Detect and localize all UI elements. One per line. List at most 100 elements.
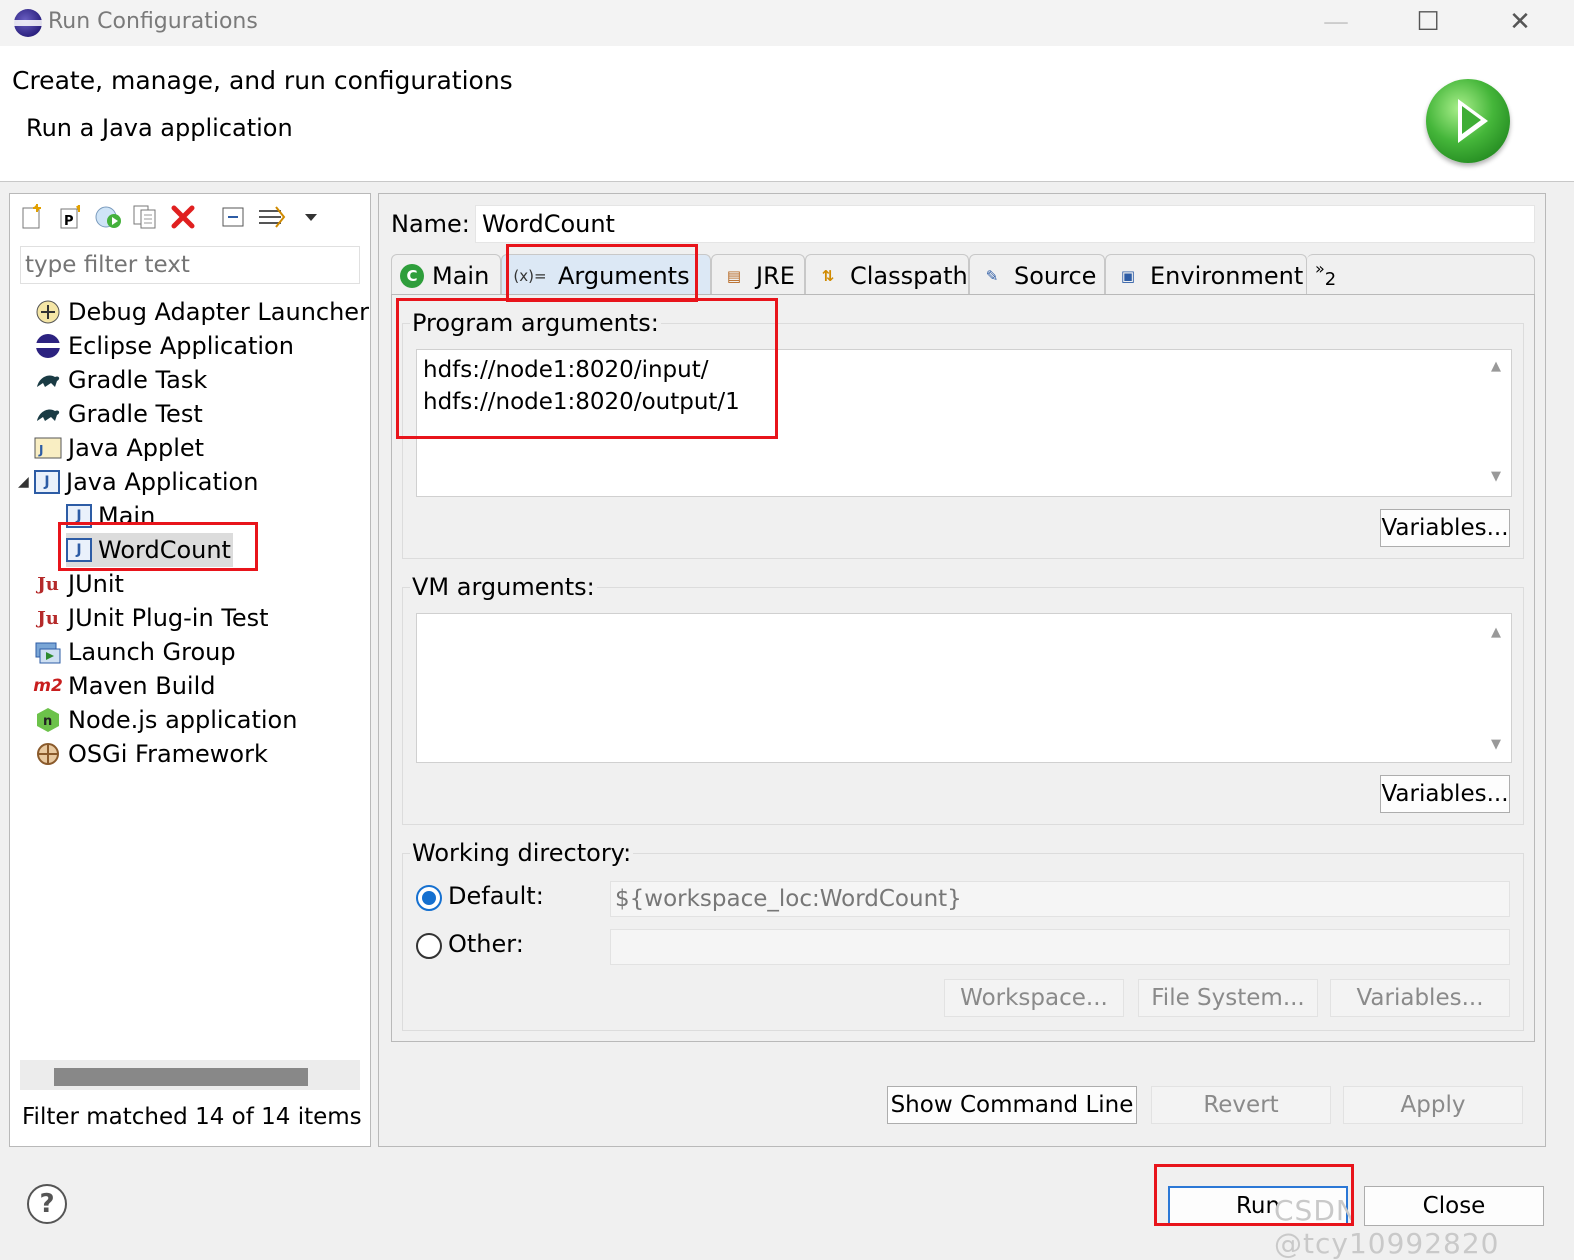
- tab-environment[interactable]: ▣ Environment: [1105, 254, 1307, 296]
- tree-item-label: Maven Build: [68, 672, 216, 700]
- other-radio-label: Other:: [448, 930, 524, 958]
- tab-label: JRE: [756, 261, 795, 290]
- java-applet-icon: J: [34, 434, 62, 462]
- watermark: CSDN @tcy10992820: [1274, 1194, 1500, 1260]
- program-arguments-label: Program arguments:: [410, 309, 661, 337]
- window-title: Run Configurations: [48, 9, 258, 34]
- source-tab-icon: ✎: [985, 266, 999, 285]
- default-radio[interactable]: [416, 885, 442, 911]
- name-label: Name:: [391, 210, 470, 238]
- tab-source[interactable]: ✎ Source: [969, 254, 1105, 296]
- tab-bar: C Main (x)= Arguments ▤ JRE ⇅ Classpath …: [391, 254, 1535, 296]
- tab-main[interactable]: C Main: [391, 254, 501, 296]
- other-radio[interactable]: [416, 933, 442, 959]
- working-directory-variables-button[interactable]: Variables...: [1330, 979, 1510, 1017]
- tree-item-debug-adapter-launcher[interactable]: Debug Adapter Launcher: [34, 295, 369, 329]
- working-directory-label: Working directory:: [410, 839, 634, 867]
- tree-item-label: Launch Group: [68, 638, 236, 666]
- filter-status: Filter matched 14 of 14 items: [22, 1104, 362, 1130]
- tree-item-label: WordCount: [98, 536, 231, 564]
- tree-item-eclipse-application[interactable]: Eclipse Application: [34, 329, 294, 363]
- tab-label: Arguments: [558, 261, 690, 290]
- nodejs-icon: n: [34, 706, 62, 734]
- scroll-down-arrow-icon[interactable]: ▼: [1486, 469, 1506, 489]
- tab-overflow[interactable]: » 2: [1307, 254, 1535, 296]
- tree-item-label: Node.js application: [68, 706, 298, 734]
- workspace-button[interactable]: Workspace...: [944, 979, 1124, 1017]
- tree-item-junit-plugin-test[interactable]: Ju JUnit Plug-in Test: [34, 601, 268, 635]
- name-input[interactable]: WordCount: [475, 205, 1535, 243]
- eclipse-icon: [34, 332, 62, 360]
- maximize-button[interactable]: ☐: [1398, 4, 1458, 40]
- program-arguments-textarea[interactable]: hdfs://node1:8020/input/ hdfs://node1:80…: [416, 349, 1512, 497]
- tab-arguments[interactable]: (x)= Arguments: [501, 254, 711, 296]
- arguments-tab-icon: (x)=: [513, 266, 547, 285]
- file-system-button[interactable]: File System...: [1138, 979, 1318, 1017]
- minimize-button[interactable]: —: [1306, 4, 1366, 40]
- maven-icon: m2: [33, 676, 63, 696]
- tree-item-maven-build[interactable]: m2 Maven Build: [33, 669, 216, 703]
- scroll-up-arrow-icon[interactable]: ▲: [1486, 625, 1506, 645]
- default-radio-label: Default:: [448, 882, 544, 910]
- java-app-icon: J: [34, 470, 60, 494]
- overflow-count: 2: [1324, 269, 1337, 290]
- tree-item-osgi-framework[interactable]: OSGi Framework: [34, 737, 268, 771]
- new-prototype-icon[interactable]: P: [58, 204, 82, 230]
- gradle-icon: [34, 400, 62, 428]
- tab-classpath[interactable]: ⇅ Classpath: [805, 254, 969, 296]
- tab-jre[interactable]: ▤ JRE: [711, 254, 805, 296]
- tab-label: Classpath: [850, 261, 968, 290]
- tree-item-label: Java Application: [66, 468, 259, 496]
- tree-item-nodejs-application[interactable]: n Node.js application: [34, 703, 297, 737]
- classpath-tab-icon: ⇅: [821, 266, 835, 285]
- tree-item-wordcount[interactable]: J WordCount: [66, 533, 233, 567]
- svg-text:n: n: [43, 714, 52, 729]
- tree-item-gradle-task[interactable]: Gradle Task: [34, 363, 207, 397]
- launch-group-icon: [34, 638, 62, 666]
- tree-item-label: JUnit: [68, 570, 124, 598]
- dialog-banner: Create, manage, and run configurations R…: [0, 46, 1574, 182]
- scrollbar-thumb[interactable]: [54, 1068, 308, 1086]
- tab-label: Source: [1014, 261, 1097, 290]
- tree-item-main[interactable]: J Main: [66, 499, 155, 533]
- collapse-all-icon[interactable]: [220, 204, 244, 230]
- tree-item-java-application[interactable]: ◢ J Java Application: [18, 465, 258, 499]
- junit-icon: Ju: [37, 573, 59, 595]
- scroll-down-arrow-icon[interactable]: ▼: [1486, 737, 1506, 757]
- overflow-chevron-icon: »: [1315, 259, 1325, 278]
- delete-icon[interactable]: [170, 204, 195, 230]
- vm-arguments-textarea[interactable]: [416, 613, 1512, 763]
- tab-label: Main: [432, 261, 490, 290]
- tree-item-gradle-test[interactable]: Gradle Test: [34, 397, 203, 431]
- duplicate-icon[interactable]: [132, 204, 156, 230]
- new-launch-config-icon[interactable]: [20, 204, 44, 230]
- java-app-icon: J: [66, 538, 92, 562]
- tree-item-label: Main: [98, 502, 156, 530]
- vm-arguments-variables-button[interactable]: Variables...: [1380, 775, 1510, 813]
- other-directory-field[interactable]: [610, 929, 1510, 965]
- show-command-line-button[interactable]: Show Command Line: [887, 1086, 1137, 1124]
- configuration-tree-panel: P Debug Adapter Launcher Eclipse Applica…: [9, 193, 371, 1147]
- help-icon[interactable]: ?: [27, 1184, 67, 1224]
- tree-item-label: Gradle Test: [68, 400, 203, 428]
- tree-item-label: Gradle Task: [68, 366, 208, 394]
- scroll-up-arrow-icon[interactable]: ▲: [1486, 359, 1506, 379]
- export-icon[interactable]: [94, 204, 121, 230]
- tree-item-junit[interactable]: Ju JUnit: [34, 567, 124, 601]
- configuration-editor-panel: Name: WordCount C Main (x)= Arguments ▤ …: [378, 193, 1546, 1147]
- revert-button[interactable]: Revert: [1151, 1086, 1331, 1124]
- run-logo-icon: [1426, 79, 1510, 163]
- apply-button[interactable]: Apply: [1343, 1086, 1523, 1124]
- close-window-button[interactable]: ✕: [1490, 4, 1550, 40]
- tree-item-launch-group[interactable]: Launch Group: [34, 635, 236, 669]
- view-menu-icon[interactable]: [302, 204, 326, 230]
- java-app-icon: J: [66, 504, 92, 528]
- banner-title: Create, manage, and run configurations: [12, 66, 513, 95]
- tree-item-java-applet[interactable]: J Java Applet: [34, 431, 204, 465]
- arguments-tab-content: Program arguments: hdfs://node1:8020/inp…: [391, 294, 1535, 1042]
- filter-icon[interactable]: [256, 204, 286, 230]
- expand-chevron-icon[interactable]: ◢: [18, 474, 34, 490]
- program-arguments-variables-button[interactable]: Variables...: [1380, 509, 1510, 547]
- filter-input[interactable]: [20, 246, 360, 284]
- svg-text:P: P: [64, 214, 74, 229]
